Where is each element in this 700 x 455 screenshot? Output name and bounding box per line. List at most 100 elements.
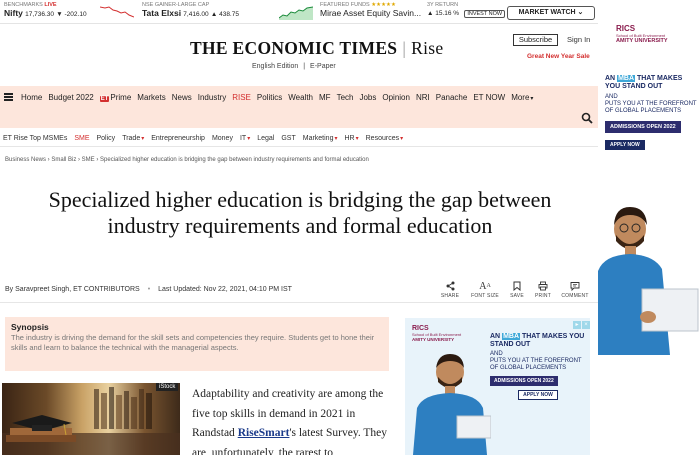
- ad-headline-mba: MBA: [502, 333, 521, 340]
- nav-politics[interactable]: Politics: [257, 93, 282, 102]
- hamburger-menu-icon[interactable]: [4, 93, 13, 101]
- invest-now-button[interactable]: INVEST NOW: [464, 10, 506, 18]
- student-with-laptop-illustration: [413, 354, 491, 455]
- subnav-item[interactable]: Entrepreneurship: [151, 135, 205, 142]
- ticker-name: Tata Elxsi: [142, 8, 182, 18]
- subnav-item[interactable]: Marketing▾: [303, 135, 338, 142]
- et-rise-logo[interactable]: THE ECONOMIC TIMES | Rise: [190, 38, 443, 59]
- nav-markets[interactable]: Markets: [137, 93, 165, 102]
- apply-now-button[interactable]: APPLY NOW: [605, 140, 645, 150]
- nav-budget-2022[interactable]: Budget 2022: [48, 93, 93, 102]
- author[interactable]: By Saravpreet Singh, ET CONTRIBUTORS: [5, 286, 140, 293]
- nav-mf[interactable]: MF: [319, 93, 331, 102]
- subnav-item[interactable]: Trade▾: [122, 135, 144, 142]
- font-size-button[interactable]: AA FONT SIZE: [471, 281, 499, 300]
- nav-nri[interactable]: NRI: [416, 93, 430, 102]
- nav-rise[interactable]: RISE: [232, 93, 251, 102]
- nav-home[interactable]: Home: [21, 93, 42, 102]
- print-label: PRINT: [535, 293, 551, 299]
- comment-button[interactable]: COMMENT: [561, 281, 589, 299]
- sign-in-link[interactable]: Sign In: [567, 35, 590, 44]
- subnav-item[interactable]: Policy: [97, 135, 116, 142]
- logo-main: THE ECONOMIC TIMES: [190, 38, 398, 58]
- print-button[interactable]: PRINT: [529, 281, 557, 299]
- nav-industry[interactable]: Industry: [198, 93, 226, 102]
- divider: [0, 302, 598, 303]
- subnav-label: SME: [74, 135, 90, 142]
- nav-more[interactable]: More▾: [511, 93, 533, 102]
- nav-news[interactable]: News: [172, 93, 192, 102]
- subnav-label: Trade: [122, 135, 141, 142]
- return-value: ▲ 15.16 %: [427, 10, 460, 17]
- synopsis-box: Synopsis The industry is driving the dem…: [5, 317, 389, 371]
- subscribe-button[interactable]: Subscribe: [513, 34, 558, 46]
- etprime-label: Prime: [110, 92, 132, 102]
- market-ticker: BENCHMARKS LIVE Nifty 17,736.30 ▼ -202.1…: [0, 0, 598, 24]
- ticker-tata-elxsi[interactable]: NSE GAINER-LARGE CAP Tata Elxsi 7,416.00…: [142, 2, 239, 18]
- sub-nav: ET Rise Top MSMEs SME Policy Trade▾ Entr…: [0, 131, 598, 147]
- article-headline: Specialized higher education is bridging…: [48, 187, 552, 238]
- synopsis-text: The industry is driving the demand for t…: [11, 333, 375, 352]
- subnav-item[interactable]: Money: [212, 135, 233, 142]
- apply-now-button[interactable]: APPLY NOW: [518, 390, 558, 400]
- nav-et-now[interactable]: ET NOW: [473, 93, 505, 102]
- font-size-label: FONT SIZE: [471, 293, 499, 299]
- nav-panache[interactable]: Panache: [436, 93, 468, 102]
- amity-logo: AMITY UNIVERSITY: [616, 38, 668, 44]
- ad-headline-mba: MBA: [617, 75, 636, 82]
- subnav-item[interactable]: GST: [281, 135, 295, 142]
- nav-wealth[interactable]: Wealth: [288, 93, 313, 102]
- comment-label: COMMENT: [561, 293, 589, 299]
- subnav-item[interactable]: HR▾: [344, 135, 358, 142]
- ticker-featured-fund[interactable]: FEATURED FUNDS ★★★★★ Mirae Asset Equity …: [320, 2, 421, 18]
- chevron-down-icon: ▾: [247, 136, 251, 142]
- graduation-books-illustration: [2, 387, 180, 455]
- nav-jobs[interactable]: Jobs: [359, 93, 376, 102]
- ad-logo: RICS School of Built Environment AMITY U…: [412, 325, 461, 342]
- fund-sparkline: [279, 6, 313, 20]
- subnav-label: Money: [211, 135, 233, 142]
- subnav-label: Policy: [96, 135, 116, 142]
- nav-etprime[interactable]: ET Prime: [99, 92, 132, 102]
- chevron-down-icon: ▾: [355, 136, 359, 142]
- side-banner-advertisement[interactable]: RICS School of Built Environment AMITY U…: [598, 4, 700, 355]
- edition-links: English Edition | E-Paper: [252, 63, 336, 70]
- nav-tech[interactable]: Tech: [337, 93, 354, 102]
- sale-link[interactable]: Great New Year Sale: [527, 53, 590, 60]
- edition-link[interactable]: English Edition: [252, 63, 298, 70]
- nav-opinion[interactable]: Opinion: [382, 93, 410, 102]
- subnav-item[interactable]: SME: [74, 135, 89, 142]
- save-button[interactable]: SAVE: [503, 281, 531, 299]
- subnav-item[interactable]: ET Rise Top MSMEs: [3, 135, 67, 142]
- search-icon[interactable]: [581, 112, 593, 124]
- ad-sub-and: AND: [490, 351, 503, 357]
- chevron-down-icon: ▾: [334, 136, 338, 142]
- subnav-label: Legal: [257, 135, 275, 142]
- breadcrumb[interactable]: Business News › Small Biz › SME › Specia…: [5, 157, 369, 163]
- byline-separator: •: [147, 286, 151, 293]
- subnav-label: IT: [239, 135, 247, 142]
- ticker-value: 17,736.30: [25, 11, 55, 18]
- risesmart-link[interactable]: RiseSmart: [238, 427, 290, 439]
- print-icon: [538, 281, 548, 291]
- share-button[interactable]: SHARE: [436, 281, 464, 299]
- epaper-link[interactable]: E-Paper: [310, 63, 336, 70]
- ticker-name: Nifty: [4, 8, 23, 18]
- subnav-item[interactable]: IT▾: [240, 135, 250, 142]
- admissions-badge: ADMISSIONS OPEN 2022: [490, 376, 558, 386]
- subnav-label: ET Rise Top MSMEs: [3, 135, 68, 142]
- close-icon[interactable]: ×: [582, 321, 590, 329]
- inline-advertisement[interactable]: ▸ × RICS School of Built Environment AMI…: [405, 318, 590, 455]
- synopsis-title: Synopsis: [11, 322, 49, 332]
- article-image[interactable]: [2, 383, 180, 455]
- subnav-item[interactable]: Resources▾: [366, 135, 403, 142]
- article-body: Adaptability and creativity are among th…: [192, 385, 388, 455]
- amity-logo: AMITY UNIVERSITY: [412, 337, 455, 342]
- ticker-nifty[interactable]: BENCHMARKS LIVE Nifty 17,736.30 ▼ -202.1…: [4, 2, 87, 18]
- subnav-item[interactable]: Legal: [257, 135, 274, 142]
- ad-copy: AN MBA THAT MAKES YOU STAND OUT AND PUTS…: [490, 333, 586, 400]
- save-label: SAVE: [510, 293, 524, 299]
- chevron-down-icon: ▾: [141, 136, 145, 142]
- market-watch-button[interactable]: MARKET WATCH ⌄: [507, 6, 595, 20]
- ad-choices-icon[interactable]: ▸: [573, 321, 581, 329]
